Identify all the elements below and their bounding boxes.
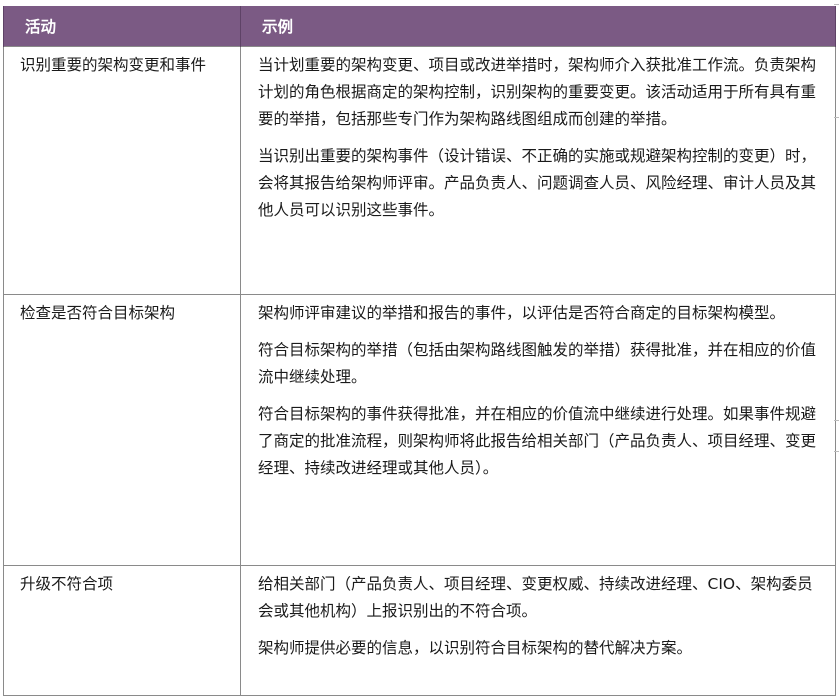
- example-paragraph: 符合目标架构的事件获得批准，并在相应的价值流中继续进行处理。如果事件规避了商定的…: [258, 404, 817, 477]
- activity-cell: 升级不符合项: [3, 564, 241, 696]
- example-paragraph: 架构师评审建议的举措和报告的事件，以评估是否符合商定的目标架构模型。: [258, 303, 786, 322]
- activity-table: 活动 示例 识别重要的架构变更和事件 当计划重要的架构变更、项目或改进举措时，架…: [3, 6, 836, 696]
- example-paragraph: 给相关部门（产品负责人、项目经理、变更权威、持续改进经理、CIO、架构委员会或其…: [258, 574, 813, 620]
- table-row: 检查是否符合目标架构 架构师评审建议的举措和报告的事件，以评估是否符合商定的目标…: [3, 293, 836, 566]
- table-header-row: 活动 示例: [3, 6, 836, 46]
- table-row: 识别重要的架构变更和事件 当计划重要的架构变更、项目或改进举措时，架构师介入获批…: [3, 45, 836, 295]
- margin-tick: [834, 4, 839, 5]
- example-paragraph: 当识别出重要的架构事件（设计错误、不正确的实施或规避架构控制的变更）时，会将其报…: [258, 146, 817, 219]
- activity-cell: 识别重要的架构变更和事件: [3, 45, 241, 295]
- margin-tick: [834, 117, 839, 118]
- example-paragraph: 架构师提供必要的信息，以识别符合目标架构的替代解决方案。: [258, 638, 693, 657]
- table-row: 升级不符合项 给相关部门（产品负责人、项目经理、变更权威、持续改进经理、CIO、…: [3, 564, 836, 696]
- examples-cell: 架构师评审建议的举措和报告的事件，以评估是否符合商定的目标架构模型。 符合目标架…: [240, 293, 836, 566]
- margin-tick: [834, 420, 839, 421]
- example-paragraph: 符合目标架构的举措（包括由架构路线图触发的举措）获得批准，并在相应的价值流中继续…: [258, 340, 817, 386]
- column-header-activity: 活动: [3, 6, 241, 46]
- example-paragraph: 当计划重要的架构变更、项目或改进举措时，架构师介入获批准工作流。负责架构计划的角…: [258, 55, 817, 128]
- examples-cell: 当计划重要的架构变更、项目或改进举措时，架构师介入获批准工作流。负责架构计划的角…: [240, 45, 836, 295]
- activity-cell: 检查是否符合目标架构: [3, 293, 241, 566]
- column-header-examples: 示例: [240, 6, 836, 46]
- examples-cell: 给相关部门（产品负责人、项目经理、变更权威、持续改进经理、CIO、架构委员会或其…: [240, 564, 836, 696]
- margin-tick: [834, 451, 839, 452]
